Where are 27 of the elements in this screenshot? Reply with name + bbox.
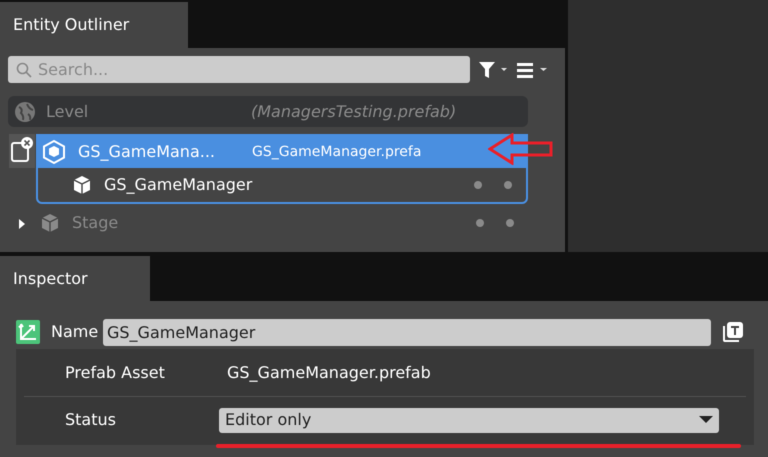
level-name: Level	[46, 100, 90, 122]
search-field[interactable]: Search...	[8, 56, 470, 83]
transform-icon	[16, 320, 40, 344]
prefab-file: GS_GameManager.prefa	[252, 142, 422, 162]
caret-icon	[699, 416, 713, 424]
globe-icon	[14, 100, 36, 122]
name-label: Name	[51, 321, 100, 343]
prefab-close-icon[interactable]	[9, 134, 35, 168]
cube-icon	[40, 213, 60, 233]
entity-name: GS_GameMana...	[78, 141, 216, 163]
cube-icon	[72, 175, 92, 195]
panel-tab[interactable]: Inspector	[0, 256, 150, 301]
entity-row[interactable]: GS_GameManager	[38, 168, 526, 202]
panel-tab[interactable]: Entity Outliner	[0, 2, 188, 48]
name-field[interactable]: GS_GameManager	[103, 318, 711, 346]
field-label: Prefab Asset	[64, 362, 166, 384]
entity-name: GS_GameManager	[104, 174, 252, 196]
field-label: Status	[64, 409, 117, 431]
entity-name: Stage	[72, 212, 120, 234]
search-icon	[16, 62, 32, 78]
level-row[interactable]: Level (ManagersTesting.prefab)	[8, 96, 528, 127]
status-dropdown[interactable]: Editor only	[219, 408, 719, 432]
level-file: (ManagersTesting.prefab)	[251, 100, 456, 122]
prefab-icon	[42, 140, 66, 164]
menu-dropdown-icon[interactable]	[516, 60, 548, 78]
field-value: GS_GameManager.prefab	[227, 362, 431, 384]
filter-dropdown-icon[interactable]	[478, 60, 508, 78]
